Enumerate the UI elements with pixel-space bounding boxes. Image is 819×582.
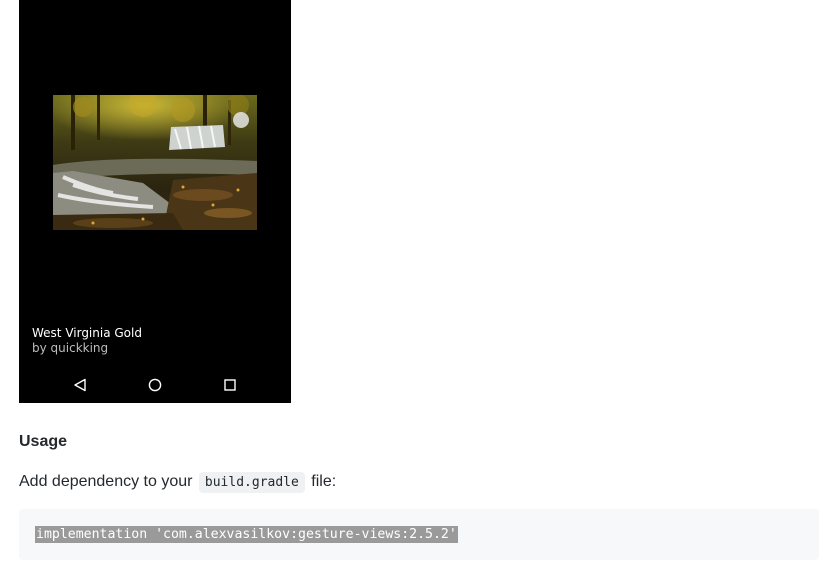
phone-screenshot: West Virginia Gold by quickking	[19, 0, 291, 403]
photo-caption: West Virginia Gold by quickking	[32, 326, 142, 356]
photo-author: by quickking	[32, 341, 109, 355]
code-line-selected[interactable]: implementation 'com.alexvasilkov:gesture…	[35, 526, 458, 543]
dependency-text-after: file:	[306, 473, 337, 490]
build-gradle-code: build.gradle	[198, 472, 305, 493]
back-triangle-icon[interactable]	[71, 376, 89, 394]
dependency-text-before: Add dependency to your	[19, 473, 197, 490]
android-navigation-bar	[19, 368, 291, 403]
home-circle-icon[interactable]	[146, 376, 164, 394]
recent-square-icon[interactable]	[221, 376, 239, 394]
waterfall-photo[interactable]	[53, 95, 257, 230]
code-block[interactable]: implementation 'com.alexvasilkov:gesture…	[19, 509, 819, 560]
dependency-paragraph: Add dependency to your build.gradle file…	[19, 471, 336, 494]
photo-title: West Virginia Gold	[32, 326, 142, 340]
usage-heading: Usage	[19, 433, 68, 450]
readme-page: West Virginia Gold by quickking Usage Ad	[0, 0, 819, 582]
